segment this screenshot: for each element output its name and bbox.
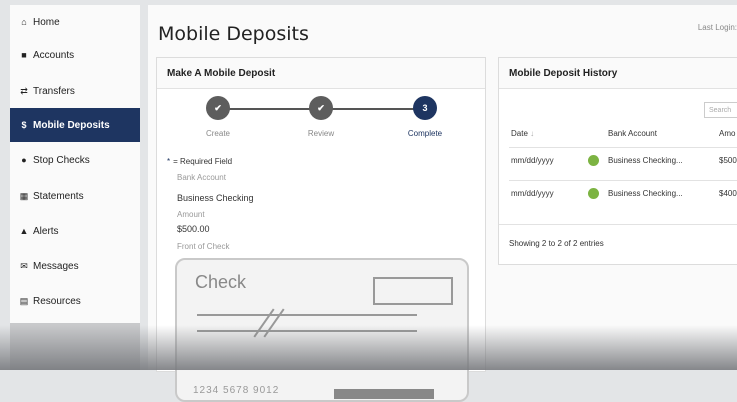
home-icon: ⌂ xyxy=(21,17,27,27)
envelope-icon: ✉ xyxy=(20,260,28,271)
required-field-note: * = Required Field xyxy=(167,157,232,166)
sidebar: ⌂ Home ■ Accounts ⇄ Transfers $ Mobile D… xyxy=(10,5,140,370)
row-amount: $400 xyxy=(719,189,737,198)
main-content: Mobile Deposits Last Login: Make A Mobil… xyxy=(148,5,737,402)
row-amount: $500 xyxy=(719,156,737,165)
sidebar-item-label: Accounts xyxy=(33,49,75,61)
table-row[interactable]: mm/dd/yyyy Business Checking... $500 xyxy=(509,147,737,174)
sidebar-item-label: Home xyxy=(33,16,60,28)
step-review-label: Review xyxy=(307,129,335,138)
sidebar-item-label: Messages xyxy=(33,260,79,272)
step-create-label: Create xyxy=(205,129,230,138)
success-status-icon xyxy=(588,188,599,199)
sidebar-item-label: Resources xyxy=(33,295,81,307)
sidebar-item-label: Statements xyxy=(33,190,84,202)
column-header-bank-account[interactable]: Bank Account xyxy=(608,129,657,138)
row-date: mm/dd/yyyy xyxy=(511,156,554,165)
required-mark: * xyxy=(167,157,171,166)
front-of-check-label: Front of Check xyxy=(177,242,230,251)
sidebar-item-statements[interactable]: ▦ Statements xyxy=(10,179,140,213)
last-login-text: Last Login: xyxy=(697,23,737,32)
dollar-icon: $ xyxy=(21,120,27,130)
sort-arrow-icon: ↓ xyxy=(530,129,535,138)
search-input[interactable]: Search xyxy=(704,102,737,118)
step-create-check-icon: ✔ xyxy=(206,96,230,120)
row-account: Business Checking... xyxy=(608,189,683,198)
amount-label: Amount xyxy=(177,210,205,219)
sidebar-item-resources[interactable]: ▤ Resources xyxy=(10,284,140,318)
sidebar-item-label: Transfers xyxy=(33,85,75,97)
amount-value: $500.00 xyxy=(177,224,210,234)
check-image-title: Check xyxy=(195,272,247,292)
bell-icon: ▲ xyxy=(19,226,29,236)
sidebar-item-messages[interactable]: ✉ Messages xyxy=(10,249,140,283)
sidebar-item-mobile-deposits[interactable]: $ Mobile Deposits xyxy=(10,108,140,142)
step-review-check-icon: ✔ xyxy=(309,96,333,120)
check-amount-box xyxy=(373,277,453,305)
sidebar-item-stop-checks[interactable]: ● Stop Checks xyxy=(10,143,140,177)
entries-count: Showing 2 to 2 of 2 entries xyxy=(509,239,604,248)
sidebar-item-accounts[interactable]: ■ Accounts xyxy=(10,38,140,72)
transfers-icon: ⇄ xyxy=(20,85,28,96)
bottom-fade-overlay xyxy=(0,325,737,370)
table-row[interactable]: mm/dd/yyyy Business Checking... $400 xyxy=(509,180,737,207)
sidebar-item-label: Stop Checks xyxy=(33,154,90,166)
sidebar-item-alerts[interactable]: ▲ Alerts xyxy=(10,214,140,248)
app-frame: ⌂ Home ■ Accounts ⇄ Transfers $ Mobile D… xyxy=(0,0,737,402)
deposit-panel-title: Make A Mobile Deposit xyxy=(157,58,485,89)
sidebar-item-label: Alerts xyxy=(33,225,59,237)
page-title: Mobile Deposits xyxy=(158,23,309,45)
stop-icon: ● xyxy=(21,155,27,165)
required-field-text: = Required Field xyxy=(173,157,233,166)
row-account: Business Checking... xyxy=(608,156,683,165)
bank-account-value: Business Checking xyxy=(177,193,254,203)
column-header-date[interactable]: Date ↓ xyxy=(511,129,534,138)
check-line xyxy=(197,314,417,316)
table-footer: Showing 2 to 2 of 2 entries xyxy=(499,224,737,265)
column-header-amount[interactable]: Amo xyxy=(719,129,735,138)
progress-stepper: ✔ ✔ 3 Create Review Complete xyxy=(157,88,485,140)
accounts-icon: ■ xyxy=(21,50,27,60)
history-panel: Mobile Deposit History Search Date ↓ Ban… xyxy=(498,57,737,265)
check-routing-numbers: 1234 5678 9012 xyxy=(193,385,280,396)
step-complete-label: Complete xyxy=(407,129,443,138)
step-complete-indicator: 3 xyxy=(413,96,437,120)
statements-icon: ▦ xyxy=(19,190,29,201)
book-icon: ▤ xyxy=(19,295,29,306)
success-status-icon xyxy=(588,155,599,166)
sidebar-item-transfers[interactable]: ⇄ Transfers xyxy=(10,74,140,108)
row-date: mm/dd/yyyy xyxy=(511,189,554,198)
sidebar-item-home[interactable]: ⌂ Home xyxy=(10,5,140,39)
check-signature-bar xyxy=(334,389,434,399)
bank-account-label: Bank Account xyxy=(177,173,226,182)
history-panel-title: Mobile Deposit History xyxy=(499,58,737,89)
sidebar-item-label: Mobile Deposits xyxy=(33,119,110,131)
